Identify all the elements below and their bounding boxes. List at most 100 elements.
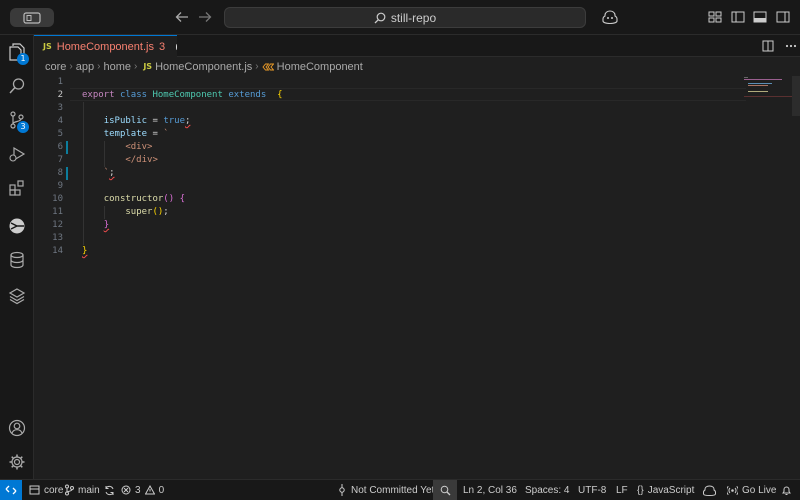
explorer-button[interactable]: 1 bbox=[0, 35, 34, 69]
modified-line-indicator bbox=[66, 167, 68, 180]
bell-icon bbox=[782, 486, 791, 495]
broadcast-icon bbox=[727, 485, 738, 495]
breadcrumb-file[interactable]: HomeComponent.js bbox=[155, 61, 252, 73]
split-editor-icon[interactable] bbox=[761, 39, 775, 53]
extensions-icon bbox=[9, 180, 24, 196]
line-number-gutter: 1 2 3 4 5 6 7 8 9 10 11 12 13 14 bbox=[34, 76, 70, 479]
breadcrumb-symbol[interactable]: HomeComponent bbox=[277, 61, 363, 73]
account-icon bbox=[8, 419, 26, 437]
indentation-text: Spaces: 4 bbox=[525, 484, 570, 496]
breadcrumb-folder-home[interactable]: home bbox=[103, 61, 131, 73]
git-commit-icon bbox=[339, 484, 345, 496]
go-live-button[interactable]: Go Live bbox=[727, 480, 776, 500]
code-lines[interactable]: export class HomeComponent extends { isP… bbox=[82, 76, 742, 479]
chevron-right-icon: › bbox=[255, 61, 259, 72]
notifications-button[interactable] bbox=[781, 480, 792, 500]
status-bar: core main 3 0 Not Committed Yet Ln 2, Co… bbox=[0, 479, 800, 500]
customize-layout-icon[interactable] bbox=[707, 9, 723, 25]
search-icon bbox=[374, 12, 386, 23]
remote-icon bbox=[5, 485, 17, 495]
toggle-primary-sidebar-icon[interactable] bbox=[730, 9, 746, 25]
run-debug-button[interactable] bbox=[0, 137, 34, 171]
vertical-scrollbar[interactable] bbox=[792, 76, 800, 116]
search-button[interactable] bbox=[0, 69, 34, 103]
layers-button[interactable] bbox=[0, 279, 34, 313]
code-line-12: } bbox=[103, 220, 110, 230]
breadcrumb-folder-core[interactable]: core bbox=[45, 61, 66, 73]
warning-icon bbox=[144, 485, 155, 495]
run-debug-icon bbox=[9, 146, 26, 162]
code-line-7: </div> bbox=[82, 155, 158, 165]
line-number: 9 bbox=[57, 181, 63, 191]
back-arrow-icon[interactable] bbox=[174, 9, 190, 25]
breadcrumb-folder-app[interactable]: app bbox=[76, 61, 94, 73]
line-number-active: 2 bbox=[57, 90, 63, 100]
copilot-status[interactable] bbox=[703, 480, 716, 500]
line-number: 12 bbox=[52, 220, 63, 230]
go-live-text: Go Live bbox=[742, 484, 777, 496]
language-mode[interactable]: {} JavaScript bbox=[637, 480, 694, 500]
toggle-panel-icon[interactable] bbox=[752, 9, 768, 25]
line-number: 3 bbox=[57, 103, 63, 113]
line-number: 14 bbox=[52, 246, 63, 256]
chevron-right-icon: › bbox=[133, 61, 138, 72]
toggle-secondary-sidebar-icon[interactable] bbox=[775, 9, 791, 25]
minimap-line bbox=[748, 83, 772, 84]
title-bar: still-repo bbox=[0, 0, 800, 35]
modified-line-indicator bbox=[66, 141, 68, 154]
class-symbol-icon bbox=[262, 63, 274, 70]
minimap-line bbox=[748, 85, 768, 86]
line-number: 8 bbox=[57, 168, 63, 178]
javascript-file-icon: JS bbox=[43, 42, 52, 51]
command-center-search[interactable]: still-repo bbox=[224, 7, 586, 28]
error-count: 3 bbox=[135, 484, 141, 496]
gitlens-button[interactable] bbox=[0, 209, 34, 243]
database-button[interactable] bbox=[0, 243, 34, 277]
minimap[interactable] bbox=[742, 76, 792, 479]
end-of-line[interactable]: LF bbox=[616, 480, 628, 500]
problems-indicator[interactable]: 3 0 bbox=[121, 480, 164, 500]
indentation[interactable]: Spaces: 4 bbox=[525, 480, 569, 500]
activity-bar: 1 3 bbox=[0, 35, 34, 479]
accounts-button[interactable] bbox=[0, 411, 34, 445]
eol-text: LF bbox=[616, 484, 628, 496]
search-text: still-repo bbox=[390, 10, 437, 25]
code-line-14: } bbox=[82, 246, 88, 256]
line-number: 4 bbox=[57, 116, 63, 126]
database-icon bbox=[10, 251, 24, 269]
git-branch[interactable]: main bbox=[64, 480, 115, 500]
code-editor[interactable]: 1 2 3 4 5 6 7 8 9 10 11 12 13 14 export … bbox=[34, 76, 800, 479]
remote-indicator[interactable] bbox=[0, 480, 22, 500]
error-icon bbox=[121, 485, 131, 495]
sync-icon bbox=[105, 485, 114, 495]
language-text: JavaScript bbox=[647, 484, 695, 496]
code-line-8: `; bbox=[103, 168, 115, 178]
zoom-icon bbox=[440, 485, 450, 495]
more-actions-icon[interactable] bbox=[784, 39, 798, 53]
zoom-button[interactable] bbox=[433, 480, 457, 500]
cursor-position-text: Ln 2, Col 36 bbox=[463, 484, 517, 496]
cursor-position[interactable]: Ln 2, Col 36 bbox=[463, 480, 517, 500]
copilot-icon[interactable] bbox=[602, 9, 618, 25]
encoding[interactable]: UTF-8 bbox=[578, 480, 606, 500]
folder-icon bbox=[29, 485, 40, 495]
source-control-button[interactable]: 3 bbox=[0, 103, 34, 137]
line-number: 10 bbox=[52, 194, 63, 204]
tab-label: HomeComponent.js bbox=[56, 40, 154, 53]
extensions-button[interactable] bbox=[0, 171, 34, 205]
gear-icon bbox=[9, 454, 25, 470]
copilot-icon bbox=[703, 484, 716, 496]
line-number: 11 bbox=[52, 207, 63, 217]
commit-status[interactable]: Not Committed Yet bbox=[337, 480, 434, 500]
forward-arrow-icon[interactable] bbox=[197, 9, 213, 25]
warning-count: 0 bbox=[158, 484, 165, 496]
manage-button[interactable] bbox=[0, 445, 34, 479]
code-line-6: <div> bbox=[82, 142, 153, 152]
commit-status-text: Not Committed Yet bbox=[351, 484, 435, 496]
search-icon bbox=[9, 78, 25, 94]
window-layout-button[interactable] bbox=[10, 8, 54, 27]
tab-home-component[interactable]: JS HomeComponent.js 3 bbox=[34, 35, 177, 57]
workspace-folder[interactable]: core bbox=[29, 480, 63, 500]
unsaved-dot-icon[interactable] bbox=[176, 43, 177, 50]
code-line-10: constructor() { bbox=[103, 194, 185, 204]
